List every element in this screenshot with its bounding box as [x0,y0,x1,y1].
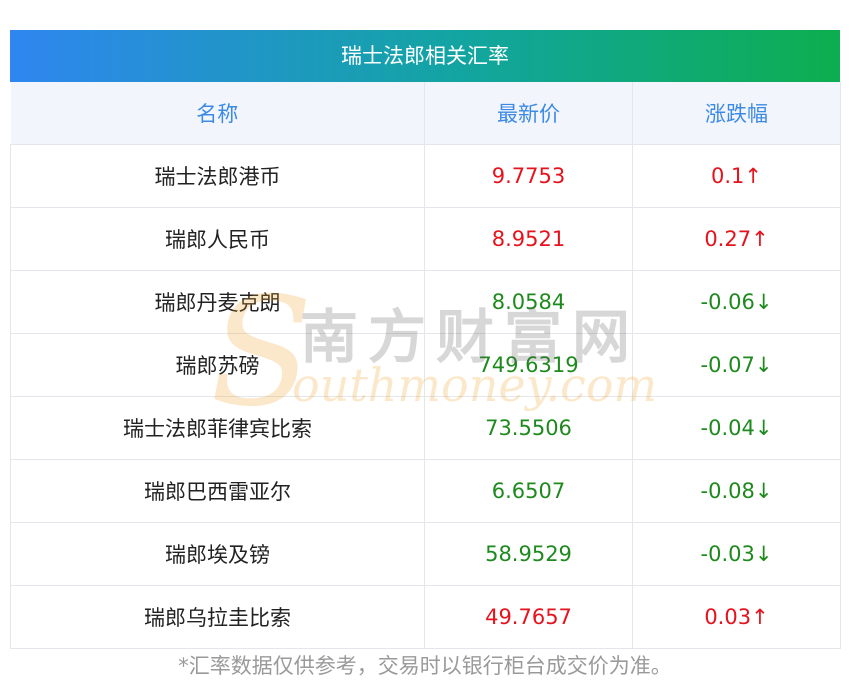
currency-name: 瑞士法郎菲律宾比索 [10,396,425,460]
header-price: 最新价 [424,82,633,145]
table-row: 瑞士法郎港币 9.7753 0.1↑ [10,144,841,208]
header-row: 名称 最新价 涨跌幅 [10,82,841,145]
latest-price: 73.5506 [424,396,633,460]
price-change: -0.04↓ [632,396,841,460]
currency-name: 瑞郎埃及镑 [10,522,425,586]
currency-name: 瑞郎苏磅 [10,333,425,397]
table-row: 瑞郎埃及镑 58.9529 -0.03↓ [10,522,841,586]
table-row: 瑞郎人民币 8.9521 0.27↑ [10,207,841,271]
latest-price: 58.9529 [424,522,633,586]
latest-price: 49.7657 [424,585,633,649]
table-row: 瑞郎巴西雷亚尔 6.6507 -0.08↓ [10,459,841,523]
header-name: 名称 [10,82,425,145]
currency-name: 瑞士法郎港币 [10,144,425,208]
price-change: -0.08↓ [632,459,841,523]
rates-card: 瑞士法郎相关汇率 名称 最新价 涨跌幅 瑞士法郎港币 9.7753 0.1↑ 瑞… [10,30,841,649]
currency-name: 瑞郎巴西雷亚尔 [10,459,425,523]
table-title: 瑞士法郎相关汇率 [10,30,840,82]
price-change: -0.03↓ [632,522,841,586]
price-change: 0.03↑ [632,585,841,649]
price-change: -0.07↓ [632,333,841,397]
table-row: 瑞士法郎菲律宾比索 73.5506 -0.04↓ [10,396,841,460]
price-change: 0.27↑ [632,207,841,271]
table-row: 瑞郎苏磅 749.6319 -0.07↓ [10,333,841,397]
currency-name: 瑞郎人民币 [10,207,425,271]
table-row: 瑞郎乌拉圭比索 49.7657 0.03↑ [10,585,841,649]
latest-price: 9.7753 [424,144,633,208]
rates-table: 名称 最新价 涨跌幅 瑞士法郎港币 9.7753 0.1↑ 瑞郎人民币 8.95… [10,82,841,649]
latest-price: 749.6319 [424,333,633,397]
price-change: -0.06↓ [632,270,841,334]
latest-price: 6.6507 [424,459,633,523]
table-row: 瑞郎丹麦克朗 8.0584 -0.06↓ [10,270,841,334]
price-change: 0.1↑ [632,144,841,208]
latest-price: 8.0584 [424,270,633,334]
latest-price: 8.9521 [424,207,633,271]
currency-name: 瑞郎乌拉圭比索 [10,585,425,649]
header-change: 涨跌幅 [632,82,841,145]
currency-name: 瑞郎丹麦克朗 [10,270,425,334]
disclaimer-note: *汇率数据仅供参考，交易时以银行柜台成交价为准。 [178,654,672,678]
